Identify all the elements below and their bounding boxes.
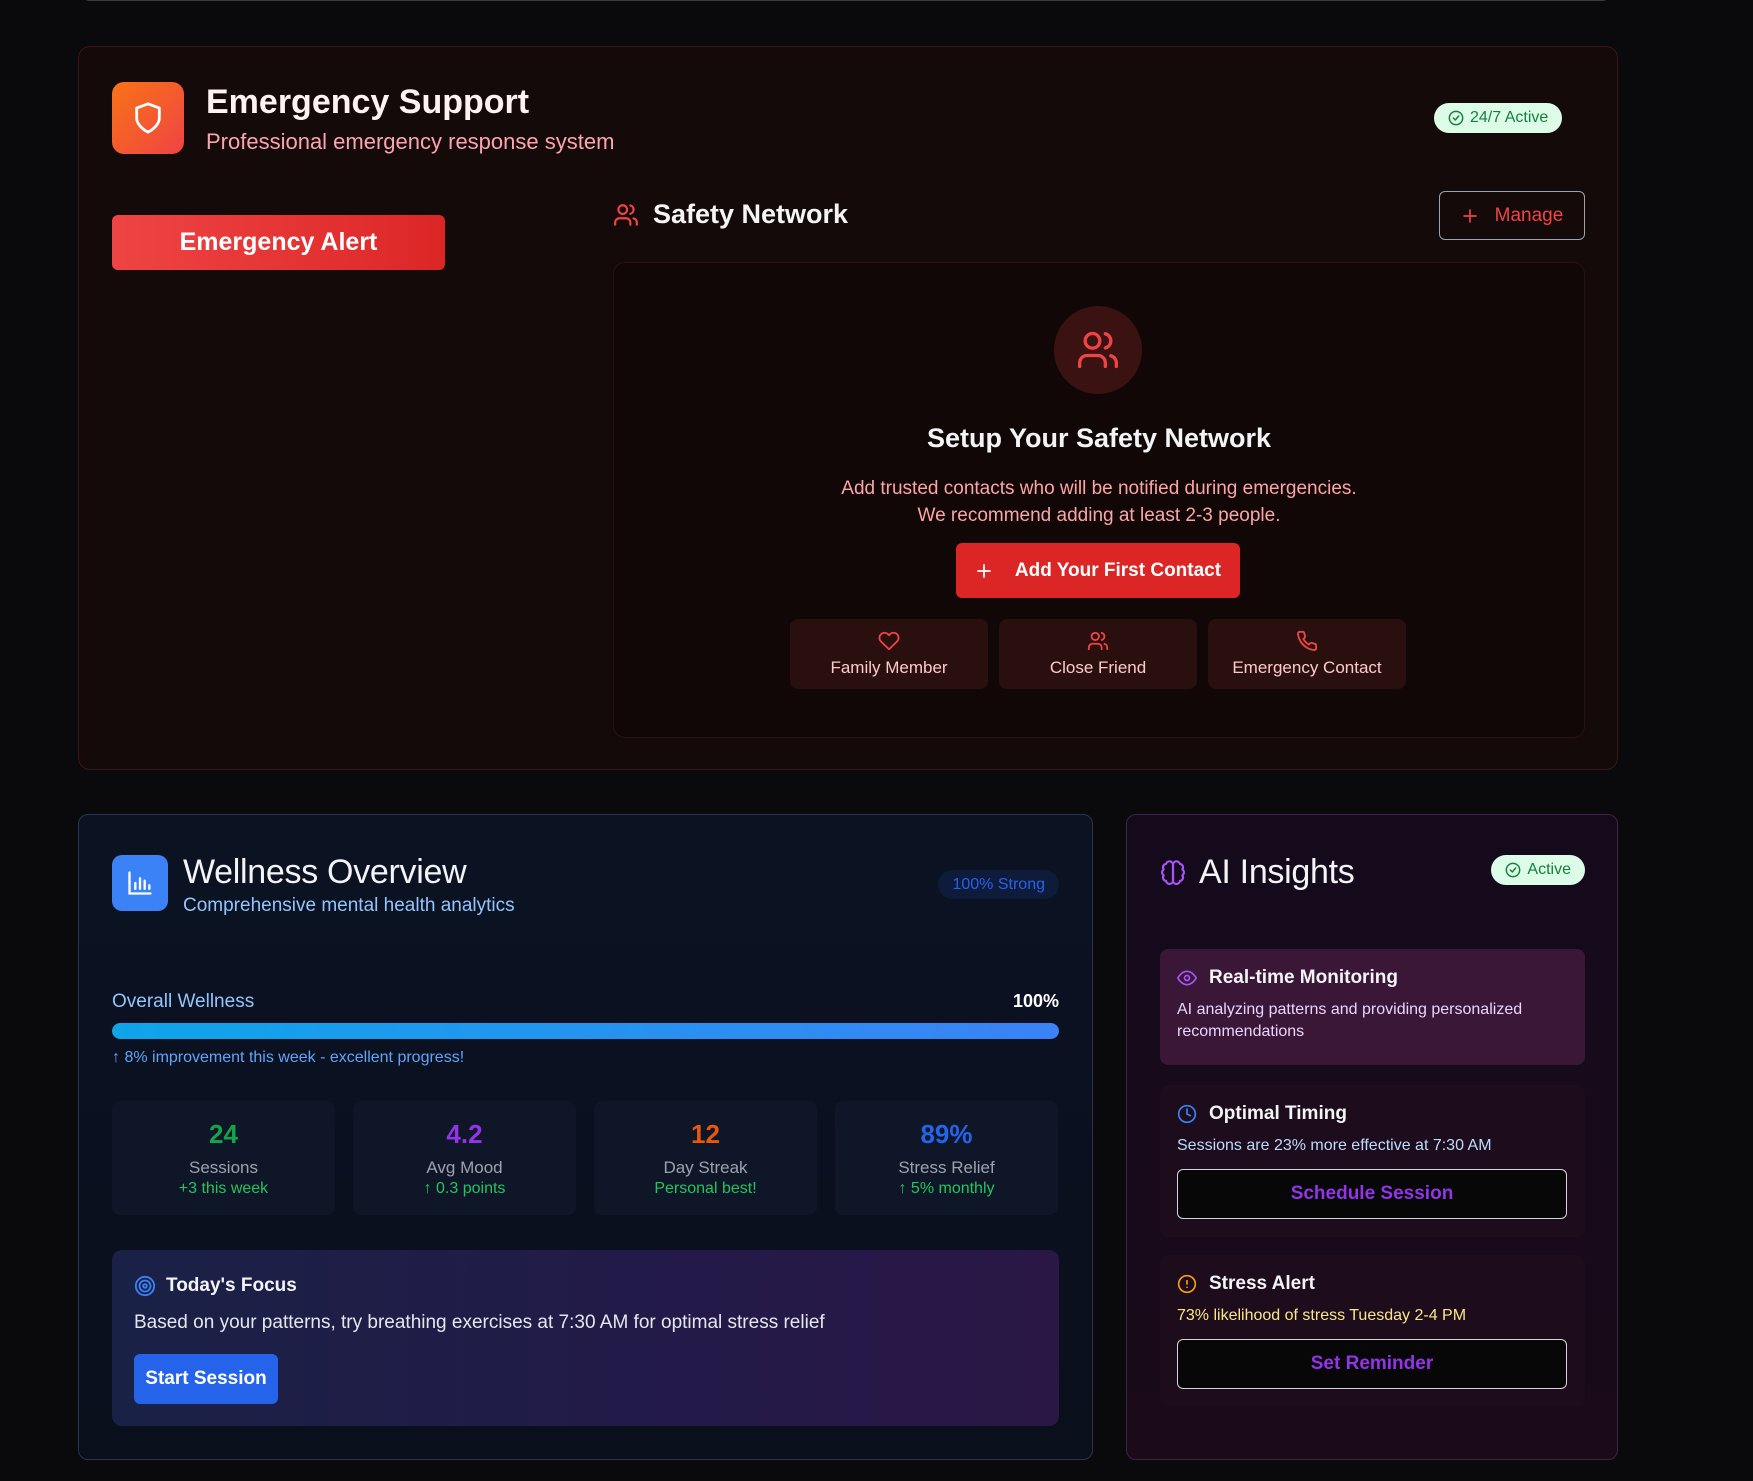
shield-icon xyxy=(112,82,184,154)
users-icon xyxy=(1087,630,1109,652)
previous-card-edge xyxy=(80,0,1612,1)
overall-wellness-progress-fill xyxy=(112,1023,1059,1039)
add-contact-label: Add Your First Contact xyxy=(1014,559,1222,581)
active-badge: Active xyxy=(1491,855,1585,885)
insight-text: AI analyzing patterns and providing pers… xyxy=(1177,1001,1523,1040)
insight-title: Real-time Monitoring xyxy=(1209,967,1398,988)
status-badge-label: 24/7 Active xyxy=(1470,109,1549,126)
insight-text: Sessions are 23% more effective at 7:30 … xyxy=(1177,1137,1492,1154)
overall-wellness-value: 100% xyxy=(1012,991,1059,1011)
focus-title: Today's Focus xyxy=(166,1275,297,1296)
insight-stress-alert: Stress Alert 73% likelihood of stress Tu… xyxy=(1160,1255,1585,1407)
contact-type-family[interactable]: Family Member xyxy=(790,619,988,689)
stat-sessions: 24 Sessions +3 this week xyxy=(112,1101,335,1215)
stat-label: Stress Relief xyxy=(898,1158,995,1177)
bar-chart-icon xyxy=(112,855,168,911)
emergency-support-card: Emergency Support Professional emergency… xyxy=(78,46,1618,770)
clock-icon xyxy=(1177,1104,1197,1124)
active-badge-label: Active xyxy=(1527,861,1571,878)
wellness-subtitle: Comprehensive mental health analytics xyxy=(183,895,515,916)
overall-wellness-label: Overall Wellness xyxy=(112,991,255,1012)
ai-insights-title: AI Insights xyxy=(1199,853,1355,891)
setup-description-line2: We recommend adding at least 2-3 people. xyxy=(917,505,1281,526)
stat-day-streak: 12 Day Streak Personal best! xyxy=(594,1101,817,1215)
plus-icon xyxy=(1461,207,1479,225)
alert-circle-icon xyxy=(1177,1274,1197,1294)
stat-change: ↑ 5% monthly xyxy=(898,1180,995,1197)
status-badge: 24/7 Active xyxy=(1434,103,1563,133)
stat-avg-mood: 4.2 Avg Mood ↑ 0.3 points xyxy=(353,1101,576,1215)
overall-wellness-progress xyxy=(112,1023,1059,1039)
emergency-subtitle: Professional emergency response system xyxy=(206,129,615,154)
schedule-session-button[interactable]: Schedule Session xyxy=(1177,1169,1567,1219)
contact-type-friend[interactable]: Close Friend xyxy=(999,619,1197,689)
stat-value: 4.2 xyxy=(446,1119,483,1149)
insight-title: Optimal Timing xyxy=(1209,1103,1347,1124)
manage-label: Manage xyxy=(1494,204,1564,226)
phone-icon xyxy=(1296,630,1318,652)
heart-icon xyxy=(878,630,900,652)
stat-change: +3 this week xyxy=(178,1180,269,1197)
stat-label: Sessions xyxy=(189,1158,258,1177)
stat-label: Avg Mood xyxy=(426,1158,503,1177)
emergency-title: Emergency Support xyxy=(206,83,530,121)
safety-network-title: Safety Network xyxy=(653,199,849,229)
stat-value: 89% xyxy=(920,1119,973,1149)
stat-change: ↑ 0.3 points xyxy=(423,1180,506,1197)
safety-network-panel: Setup Your Safety Network Add trusted co… xyxy=(613,262,1585,738)
add-first-contact-button[interactable]: Add Your First Contact xyxy=(956,543,1240,598)
emergency-alert-button[interactable]: Emergency Alert xyxy=(112,215,445,270)
insight-text: 73% likelihood of stress Tuesday 2-4 PM xyxy=(1177,1307,1467,1324)
stat-stress-relief: 89% Stress Relief ↑ 5% monthly xyxy=(835,1101,1058,1215)
contact-type-label: Emergency Contact xyxy=(1232,658,1382,677)
wellness-overview-card: Wellness Overview Comprehensive mental h… xyxy=(78,814,1093,1460)
brain-icon xyxy=(1159,859,1187,887)
stat-value: 24 xyxy=(209,1119,238,1149)
eye-icon xyxy=(1177,968,1197,988)
setup-title: Setup Your Safety Network xyxy=(926,423,1272,453)
users-icon xyxy=(613,202,639,228)
manage-button[interactable]: Manage xyxy=(1439,191,1585,240)
stat-change: Personal best! xyxy=(654,1180,757,1197)
target-icon xyxy=(134,1275,156,1297)
check-circle-icon xyxy=(1448,110,1464,126)
start-session-button[interactable]: Start Session xyxy=(134,1354,278,1404)
safety-network-header: Safety Network xyxy=(613,199,848,230)
insight-optimal-timing: Optimal Timing Sessions are 23% more eff… xyxy=(1160,1085,1585,1237)
stat-label: Day Streak xyxy=(663,1158,748,1177)
wellness-title: Wellness Overview xyxy=(183,853,467,891)
stat-value: 12 xyxy=(691,1119,720,1149)
contact-type-label: Family Member xyxy=(830,658,948,677)
improvement-note: ↑ 8% improvement this week - excellent p… xyxy=(112,1049,465,1066)
todays-focus-panel: Today's Focus Based on your patterns, tr… xyxy=(112,1250,1059,1426)
contact-type-emergency[interactable]: Emergency Contact xyxy=(1208,619,1406,689)
insight-realtime-monitoring: Real-time Monitoring AI analyzing patter… xyxy=(1160,949,1585,1065)
insight-title: Stress Alert xyxy=(1209,1273,1315,1294)
ai-insights-card: AI Insights Active Real-time Monitoring … xyxy=(1126,814,1618,1460)
strength-badge: 100% Strong xyxy=(938,870,1059,899)
set-reminder-button[interactable]: Set Reminder xyxy=(1177,1339,1567,1389)
contact-type-label: Close Friend xyxy=(1049,658,1147,677)
users-icon xyxy=(1054,306,1142,394)
focus-text: Based on your patterns, try breathing ex… xyxy=(134,1312,825,1333)
setup-description-line1: Add trusted contacts who will be notifie… xyxy=(841,478,1357,499)
check-circle-icon xyxy=(1505,862,1521,878)
plus-icon xyxy=(975,562,993,580)
